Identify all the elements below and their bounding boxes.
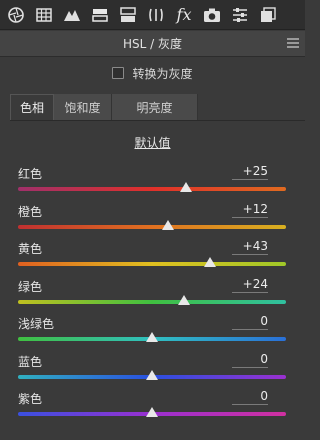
slider-label: 浅绿色 [18,317,55,331]
lens-icon[interactable] [144,3,168,27]
panel-toolbar: fx [0,0,305,30]
slider-label: 黄色 [18,242,43,256]
tab-hue[interactable]: 色相 [10,94,54,120]
grayscale-label: 转换为灰度 [132,66,193,81]
slider-track[interactable] [18,224,286,229]
slider-thumb[interactable] [146,407,158,417]
grayscale-checkbox[interactable] [112,67,125,79]
slider-thumb[interactable] [146,369,158,380]
slider-value-field[interactable]: 0 [232,351,268,368]
tab-saturation[interactable]: 饱和度 [54,94,112,120]
hsl-icon[interactable] [88,3,112,27]
slider-thumb[interactable] [178,294,191,305]
slider-thumb[interactable] [179,182,192,192]
slider-thumb[interactable] [162,219,175,230]
default-link[interactable]: 默认值 [0,134,305,151]
sliders-icon[interactable] [228,3,252,27]
slider-value-field[interactable]: 0 [232,313,268,330]
slider-value-field[interactable]: 0 [232,388,268,405]
slider-label: 蓝色 [18,354,43,369]
slider-label: 绿色 [18,279,43,294]
convert-grayscale-option[interactable]: 转换为灰度 [0,58,305,88]
aperture-icon[interactable] [4,3,28,27]
grid-icon[interactable] [32,3,56,27]
slider-value-field[interactable]: +24 [232,276,268,293]
hsl-tabs: 色相 饱和度 明亮度 [10,94,305,121]
tab-luminance[interactable]: 明亮度 [112,94,198,120]
slider-thumb[interactable] [146,332,158,342]
presets-icon[interactable] [256,3,280,27]
slider-value-field[interactable]: +12 [232,201,268,218]
mountain-icon[interactable] [60,3,84,27]
camera-icon[interactable] [200,3,224,27]
slider-value-field[interactable]: +25 [232,163,268,180]
panel-title: HSL / 灰度 [123,37,182,51]
slider-label: 紫色 [18,392,43,406]
slider-track[interactable] [18,299,286,304]
panel-menu-icon[interactable] [287,38,299,50]
slider-value-field[interactable]: +43 [232,238,268,255]
slider-label: 橙色 [18,204,43,219]
fx-icon[interactable]: fx [172,3,196,27]
slider-thumb[interactable] [203,257,216,267]
panel-header: HSL / 灰度 [0,31,305,57]
split-toning-icon[interactable] [116,3,140,27]
slider-track[interactable] [18,187,286,191]
slider-label: 红色 [18,167,43,181]
slider-row: 紫色 0 [0,388,305,440]
slider-track[interactable] [18,262,286,266]
